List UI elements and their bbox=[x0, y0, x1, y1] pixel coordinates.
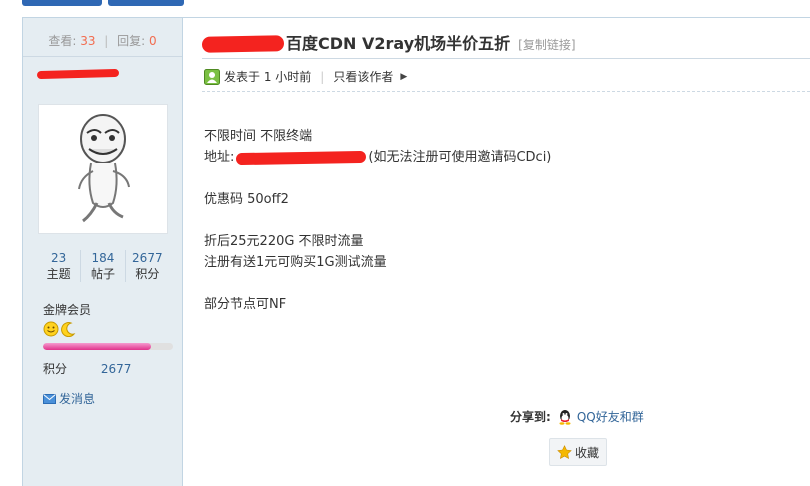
content-line: 折后25元220G 不限时流量 bbox=[204, 234, 364, 249]
favorite-label: 收藏 bbox=[574, 445, 599, 460]
share-qq-link[interactable]: QQ好友和群 bbox=[577, 408, 644, 425]
top-button-right[interactable] bbox=[108, 0, 184, 6]
avatar-meme-image bbox=[78, 114, 130, 223]
content-line: 优惠码 50off2 bbox=[204, 192, 289, 207]
post-title-row: 百度CDN V2ray机场半价五折 [复制链接] bbox=[201, 30, 576, 54]
envelope-icon bbox=[43, 393, 56, 404]
views-label: 查看: bbox=[48, 34, 77, 48]
moon-medal-icon bbox=[61, 322, 76, 337]
post-main: 百度CDN V2ray机场半价五折 [复制链接] 发表于 1 小时前 | 只看该… bbox=[184, 18, 810, 486]
author-counts: 23 主题 184 帖子 2677 积分 bbox=[37, 250, 169, 282]
rank-medals bbox=[43, 321, 76, 337]
score-label: 积分 bbox=[43, 362, 68, 376]
address-note: (如无法注册可使用邀请码CDci) bbox=[368, 150, 552, 165]
score-value: 2677 bbox=[100, 362, 132, 376]
avatar[interactable] bbox=[38, 104, 168, 234]
author-sidebar: 查看: 33 | 回复: 0 23 主题 184 帖子 2677 积分 金牌会员… bbox=[22, 18, 183, 486]
content-line: 不限时间 不限终端 bbox=[204, 129, 313, 144]
send-message-link[interactable]: 发消息 bbox=[43, 390, 95, 407]
address-label: 地址: bbox=[204, 150, 235, 165]
meta-divider bbox=[202, 91, 810, 93]
meta-separator: | bbox=[320, 69, 325, 84]
count-label: 帖子 bbox=[90, 267, 115, 281]
count-value: 184 bbox=[91, 251, 115, 265]
post-content: 不限时间 不限终端 地址: (如无法注册可使用邀请码CDci) 优惠码 50off… bbox=[204, 126, 551, 315]
count-value: 23 bbox=[51, 251, 67, 265]
thread-stats: 查看: 33 | 回复: 0 bbox=[23, 32, 182, 49]
post-title: 百度CDN V2ray机场半价五折 bbox=[286, 34, 511, 53]
replies-count: 0 bbox=[149, 34, 157, 48]
count-posts[interactable]: 184 帖子 bbox=[81, 250, 126, 282]
post-meta: 发表于 1 小时前 | 只看该作者 ▶ bbox=[204, 68, 407, 85]
views-count: 33 bbox=[80, 34, 96, 48]
count-threads[interactable]: 23 主题 bbox=[37, 250, 82, 282]
score-row: 积分 2677 bbox=[43, 360, 131, 377]
count-value: 2677 bbox=[132, 251, 163, 265]
content-line: 注册有送1元可购买1G测试流量 bbox=[204, 255, 387, 270]
count-label: 主题 bbox=[46, 267, 71, 281]
address-redacted[interactable] bbox=[236, 150, 367, 165]
rank-progress-bar bbox=[43, 343, 173, 350]
user-online-icon bbox=[204, 68, 220, 85]
author-name-redacted[interactable] bbox=[36, 68, 120, 80]
rank-progress-fill bbox=[43, 343, 151, 350]
member-rank[interactable]: 金牌会员 bbox=[43, 301, 91, 318]
content-line-address: 地址: (如无法注册可使用邀请码CDci) bbox=[204, 147, 551, 168]
share-row: 分享到: QQ好友和群 bbox=[510, 408, 644, 425]
stats-separator: | bbox=[104, 34, 109, 48]
count-points[interactable]: 2677 积分 bbox=[126, 250, 169, 282]
content-line: 部分节点可NF bbox=[204, 297, 287, 312]
star-icon bbox=[557, 444, 572, 459]
smiley-medal-icon bbox=[43, 321, 59, 337]
only-author-link[interactable]: 只看该作者 bbox=[333, 68, 393, 85]
qq-icon[interactable] bbox=[557, 409, 573, 425]
arrow-right-icon: ▶ bbox=[400, 71, 408, 82]
replies-label: 回复: bbox=[117, 34, 146, 48]
posted-time: 发表于 1 小时前 bbox=[224, 70, 312, 84]
title-divider bbox=[202, 58, 810, 59]
favorite-button[interactable]: 收藏 bbox=[549, 438, 607, 466]
send-message-label: 发消息 bbox=[59, 392, 96, 406]
copy-link-button[interactable]: [复制链接] bbox=[518, 36, 575, 53]
title-redacted bbox=[201, 35, 285, 53]
sidebar-divider bbox=[23, 56, 182, 57]
count-label: 积分 bbox=[135, 267, 160, 281]
share-label: 分享到: bbox=[510, 410, 551, 424]
top-button-left[interactable] bbox=[22, 0, 102, 6]
